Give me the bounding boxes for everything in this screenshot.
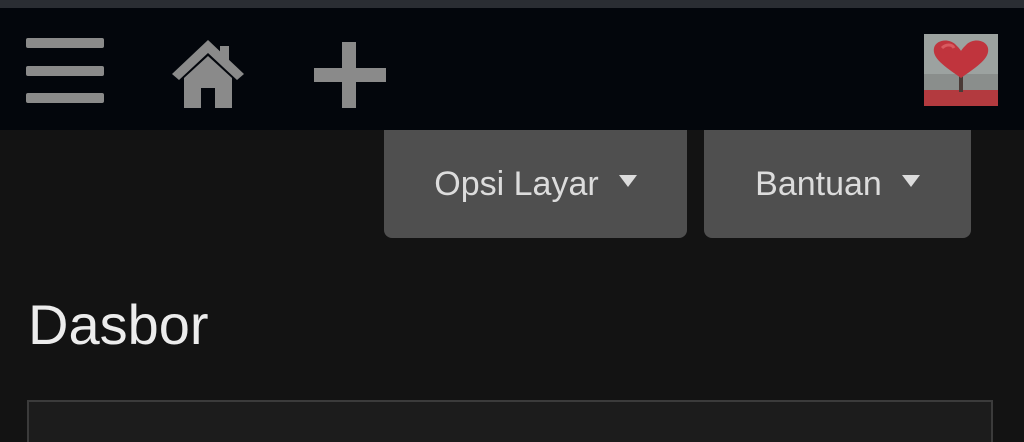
add-new-button[interactable] [312, 42, 388, 108]
site-home-button[interactable] [172, 40, 244, 108]
screen-options-label: Opsi Layar [434, 165, 599, 203]
page-title: Dasbor [28, 293, 209, 356]
help-label: Bantuan [755, 165, 882, 203]
plus-icon [314, 42, 386, 108]
home-icon [172, 40, 244, 108]
admin-bar [0, 8, 1024, 130]
menu-toggle-button[interactable] [26, 38, 106, 104]
avatar [924, 34, 998, 106]
caret-down-icon [618, 175, 637, 187]
top-border [0, 0, 1024, 8]
screen-options-button[interactable]: Opsi Layar [384, 130, 687, 238]
dashboard-panel [27, 400, 993, 442]
menu-icon [26, 38, 104, 103]
caret-down-icon [901, 175, 920, 187]
help-button[interactable]: Bantuan [704, 130, 971, 238]
user-avatar-button[interactable] [924, 34, 998, 106]
